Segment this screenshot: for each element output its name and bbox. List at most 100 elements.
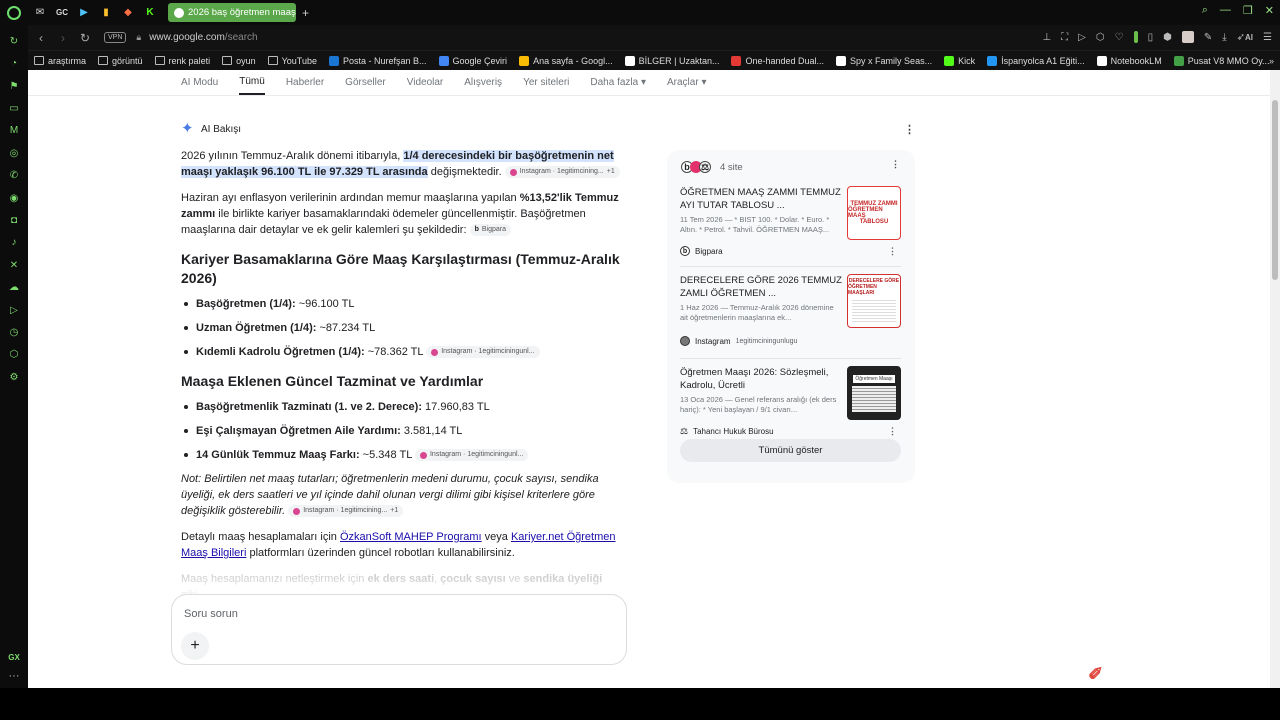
url-field[interactable]: www.google.com/search — [149, 32, 257, 43]
show-all-button[interactable]: Tümünü göster — [680, 439, 901, 462]
ask-box[interactable]: Soru sorun + — [171, 594, 627, 665]
page-scrollbar[interactable] — [1270, 70, 1280, 688]
google-tab[interactable]: Görseller — [345, 70, 386, 95]
whatsapp-icon[interactable]: ✆ — [8, 170, 20, 182]
heart-icon[interactable]: ♡ — [1115, 32, 1124, 43]
card-thumbnail: TEMMUZ ZAMMI ÖĞRETMEN MAAŞ TABLOSU — [847, 186, 901, 240]
ozkansoft-link[interactable]: ÖzkanSoft MAHEP Programı — [340, 531, 482, 543]
add-button[interactable]: + — [181, 632, 209, 660]
source-card[interactable]: Öğretmen Maaşı 2026: Sözleşmeli, Kadrolu… — [680, 366, 901, 438]
bookmark-item[interactable]: Ana sayfa - Googl... — [513, 55, 619, 66]
instagram-icon[interactable]: ◘ — [8, 215, 20, 227]
google-tab[interactable]: AI Modu — [181, 70, 218, 95]
history-icon[interactable]: ◔ — [8, 58, 20, 70]
source-chip[interactable]: Instagram · 1egitimciningunl... — [426, 346, 540, 359]
scrollbar-thumb[interactable] — [1272, 100, 1278, 280]
cube-icon[interactable]: ⬡ — [8, 349, 20, 361]
network-icon[interactable]: ◎ — [8, 147, 20, 159]
aria-icon[interactable]: ➶AI — [1237, 32, 1253, 43]
tab-active[interactable]: 2026 baş öğretmen maaşı — [168, 3, 296, 22]
bars-icon[interactable]: ▮ — [98, 5, 114, 21]
download-icon[interactable]: ⤓ — [1222, 32, 1226, 43]
mail-icon[interactable]: ✉ — [32, 5, 48, 21]
bookmark-item[interactable]: BİLGER | Uzaktan... — [619, 55, 726, 66]
source-card[interactable]: ÖĞRETMEN MAAŞ ZAMMI TEMMUZ AYI TUTAR TAB… — [680, 186, 901, 258]
url-host: www.google.com — [149, 32, 225, 43]
google-tab[interactable]: Araçlar ▾ — [667, 70, 706, 95]
bookmark-item[interactable]: Google Çeviri — [433, 55, 514, 66]
bookmark-item[interactable]: NotebookLM — [1091, 55, 1168, 66]
x-icon[interactable]: ✕ — [8, 259, 20, 271]
close-icon[interactable]: ✕ — [1265, 4, 1274, 17]
minimize-icon[interactable]: — — [1220, 4, 1231, 17]
menu-lines-icon[interactable]: ☰ — [1263, 32, 1272, 43]
source-chip[interactable]: b Bigpara — [469, 224, 511, 237]
google-tab[interactable]: Videolar — [407, 70, 444, 95]
bluesky-icon[interactable]: ☁ — [8, 282, 20, 294]
more-icon[interactable]: ··· — [9, 670, 20, 682]
source-card[interactable]: DERECELERE GÖRE 2026 TEMMUZ ZAMLI ÖĞRETM… — [680, 274, 901, 352]
ai-overview-menu-icon[interactable]: ⋮ — [904, 123, 915, 136]
bookmark-item[interactable]: renk paleti — [149, 56, 217, 66]
google-tab[interactable]: Daha fazla ▾ — [590, 70, 646, 95]
vpn-badge[interactable]: VPN — [104, 32, 127, 43]
source-chip[interactable]: Instagram · 1egitimcining... +1 — [288, 505, 404, 518]
search-tabs-icon[interactable]: ⌕ — [1202, 4, 1208, 17]
google-tab[interactable]: Yer siteleri — [523, 70, 569, 95]
forward-icon[interactable]: › — [54, 31, 72, 45]
maximize-icon[interactable]: ❐ — [1243, 4, 1253, 17]
google-tab[interactable]: Haberler — [286, 70, 324, 95]
new-tab-button[interactable]: + — [302, 6, 309, 20]
discord-icon[interactable]: ◉ — [8, 192, 20, 204]
google-tab[interactable]: Tümü — [239, 70, 265, 95]
extension-icon[interactable]: ⬢ — [1163, 32, 1172, 43]
play-icon[interactable]: ▷ — [1078, 32, 1086, 43]
source-chip[interactable]: Instagram · 1egitimciningunl... — [414, 449, 529, 462]
refresh-icon[interactable]: ↻ — [8, 35, 20, 47]
google-tab[interactable]: Alışveriş — [464, 70, 502, 95]
lock-icon[interactable]: 🔒︎ — [136, 32, 141, 43]
messenger-icon[interactable]: M — [8, 125, 20, 137]
sources-menu-icon[interactable]: ⋮ — [891, 159, 900, 170]
item-label: Kıdemli Kadrolu Öğretmen (1/4): — [196, 346, 365, 358]
source-chip[interactable]: Instagram · 1egitimcining... +1 — [504, 166, 620, 179]
diamond-icon[interactable]: ◆ — [120, 5, 136, 21]
card-menu-icon[interactable]: ⋮ — [888, 426, 897, 437]
profile-ext-icon[interactable] — [1181, 31, 1194, 43]
document-icon[interactable]: ▯ — [1148, 32, 1154, 43]
ask-placeholder[interactable]: Soru sorun — [184, 608, 238, 620]
green-ext-icon[interactable] — [1133, 31, 1138, 43]
tiktok-icon[interactable]: ♪ — [8, 237, 20, 249]
bookmark-item[interactable]: oyun — [216, 56, 262, 66]
reload-icon[interactable]: ↻ — [76, 31, 94, 45]
bookmark-item[interactable]: Spy x Family Seas... — [830, 55, 938, 66]
bookmark-item[interactable]: Pusat V8 MMO Oy... — [1168, 55, 1276, 66]
wallet-icon[interactable]: ▭ — [8, 103, 20, 115]
snapshot-icon[interactable]: ⛶ — [1061, 32, 1068, 43]
opera-logo-icon[interactable] — [0, 0, 28, 25]
bookmark-item[interactable]: One-handed Dual... — [725, 55, 830, 66]
card-menu-icon[interactable]: ⋮ — [888, 246, 897, 257]
instagram-icon — [431, 348, 439, 356]
back-icon[interactable]: ‹ — [32, 31, 50, 45]
settings-icon[interactable]: ⚙ — [8, 371, 20, 383]
bookmark-item[interactable]: İspanyolca A1 Eğiti... — [981, 55, 1091, 66]
pinned-tab-gc[interactable]: GC — [54, 5, 70, 21]
play-store-icon[interactable]: ▶ — [76, 5, 92, 21]
p3-mid: veya — [481, 531, 511, 543]
pin-icon[interactable]: ⊥ — [1042, 32, 1051, 43]
flag-icon[interactable]: ⚑ — [8, 80, 20, 92]
player-icon[interactable]: ▷ — [8, 304, 20, 316]
bookmark-item[interactable]: Kick — [938, 55, 981, 66]
bookmark-item[interactable]: araştırma — [28, 56, 92, 66]
bookmark-item[interactable]: YouTube — [262, 56, 323, 66]
bookmark-item[interactable]: Posta - Nurefşan B... — [323, 55, 433, 66]
bookmarks-overflow-icon[interactable]: » — [1269, 56, 1274, 66]
cube-outline-icon[interactable]: ⬡ — [1096, 32, 1105, 43]
bookmark-item[interactable]: görüntü — [92, 56, 149, 66]
kick-icon[interactable]: K — [142, 5, 158, 21]
edit-icon[interactable]: ✎ — [1204, 32, 1212, 43]
gx-label[interactable]: GX — [8, 653, 20, 662]
thumb-table — [852, 298, 896, 324]
clock-icon[interactable]: ◷ — [8, 326, 20, 338]
